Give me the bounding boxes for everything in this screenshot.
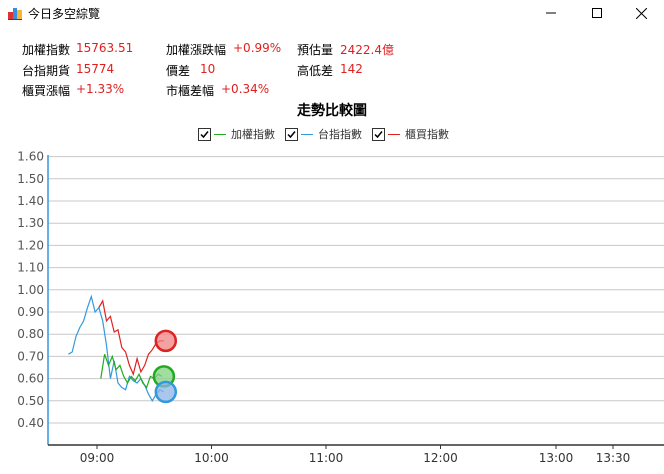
y-tick-label: 0.50	[17, 394, 44, 408]
y-tick-label: 0.60	[17, 372, 44, 386]
y-tick-label: 0.80	[17, 327, 44, 341]
y-tick-label: 1.60	[17, 150, 44, 164]
trend-chart: 0.40 0.50 0.60 0.70 0.80 0.90 1.00 1.10 1.20 1.30…	[17, 150, 664, 465]
y-tick-label: 1.00	[17, 283, 44, 297]
y-tick-label: 0.90	[17, 305, 44, 319]
y-tick-label: 1.50	[17, 172, 44, 186]
x-tick-label: 10:00	[194, 451, 229, 465]
x-tick-label: 11:00	[309, 451, 344, 465]
y-tick-label: 1.40	[17, 194, 44, 208]
x-tick-label: 09:00	[80, 451, 115, 465]
end-marker-taifex	[154, 380, 178, 404]
end-marker-otc	[154, 329, 178, 353]
x-tick-label: 13:30	[596, 451, 631, 465]
y-tick-label: 1.30	[17, 216, 44, 230]
y-tick-label: 0.40	[17, 416, 44, 430]
x-tick-label: 12:00	[423, 451, 458, 465]
y-tick-label: 0.70	[17, 349, 44, 363]
y-tick-label: 1.10	[17, 261, 44, 275]
y-tick-label: 1.20	[17, 238, 44, 252]
x-tick-label: 13:00	[539, 451, 574, 465]
